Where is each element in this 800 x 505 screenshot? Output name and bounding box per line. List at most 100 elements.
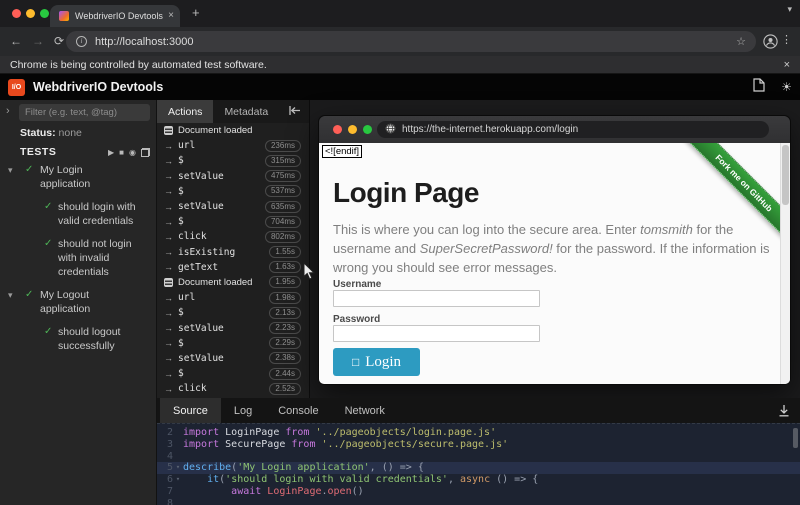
line-number: 6 — [157, 474, 173, 486]
action-item[interactable]: Document loaded — [157, 123, 309, 138]
arrow-right-icon: → — [164, 171, 176, 181]
tree-suite-row[interactable]: ▾✓My Login application — [0, 163, 157, 191]
tab-network[interactable]: Network — [332, 398, 398, 423]
action-item[interactable]: →setValue2.23s — [157, 320, 309, 335]
action-item[interactable]: →$2.29s — [157, 336, 309, 351]
tree-test-row[interactable]: ✓should not login with invalid credentia… — [0, 237, 157, 279]
code-text — [183, 451, 800, 463]
action-item[interactable]: →$537ms — [157, 184, 309, 199]
mini-browser-titlebar: https://the-internet.herokuapp.com/login — [319, 116, 790, 143]
test-label: should login with valid credentials — [58, 200, 153, 228]
action-item[interactable]: →$315ms — [157, 153, 309, 168]
code-token: import — [183, 427, 225, 438]
site-info-icon[interactable]: i — [76, 36, 87, 47]
banner-close-icon[interactable]: × — [784, 59, 790, 71]
action-duration-badge: 475ms — [265, 170, 301, 182]
browser-menu-icon[interactable]: ⋮ — [781, 33, 792, 46]
fold-caret-icon — [173, 486, 183, 498]
mini-browser-address-bar: https://the-internet.herokuapp.com/login — [377, 121, 769, 138]
source-code-viewer[interactable]: 2import LoginPage from '../pageobjects/l… — [157, 423, 800, 505]
tab-actions[interactable]: Actions — [157, 100, 213, 123]
suite-caret-icon[interactable]: ▾ — [8, 288, 13, 302]
username-label: Username — [333, 279, 381, 290]
run-tests-play-icon[interactable]: ▶ — [108, 148, 114, 157]
fold-caret-icon — [173, 498, 183, 505]
new-tab-button[interactable]: + — [192, 5, 200, 20]
stop-tests-icon[interactable]: ■ — [119, 148, 124, 157]
traffic-light-close-icon[interactable] — [12, 9, 21, 18]
tab-log[interactable]: Log — [221, 398, 265, 423]
collapse-panel-icon[interactable] — [288, 103, 301, 121]
traffic-light-minimize-icon[interactable] — [26, 9, 35, 18]
arrow-right-icon: → — [164, 247, 176, 257]
reload-button[interactable]: ⟳ — [54, 34, 64, 48]
bookmark-star-icon[interactable]: ☆ — [736, 35, 746, 48]
tree-test-row[interactable]: ✓should login with valid credentials — [0, 200, 157, 228]
action-item[interactable]: →click2.52s — [157, 381, 309, 396]
login-button-label: Login — [365, 354, 401, 371]
code-token — [183, 486, 231, 497]
download-icon[interactable] — [778, 404, 790, 422]
code-token: 'My Login application' — [237, 462, 369, 473]
login-page-title: Login Page — [333, 177, 479, 209]
action-item[interactable]: →setValue2.38s — [157, 351, 309, 366]
fold-caret-icon[interactable]: ▾ — [173, 474, 183, 486]
action-item[interactable]: →click802ms — [157, 229, 309, 244]
action-item[interactable]: Document loaded1.95s — [157, 275, 309, 290]
tree-suite-row[interactable]: ▾✓My Logout application — [0, 288, 157, 316]
action-duration-badge: 315ms — [265, 155, 301, 167]
tab-close-icon[interactable]: × — [168, 11, 174, 21]
arrow-right-icon: → — [164, 369, 176, 379]
page-scrollbar-thumb[interactable] — [782, 145, 789, 205]
tab-metadata[interactable]: Metadata — [213, 100, 279, 123]
back-button[interactable]: ← — [10, 34, 22, 48]
tree-test-row[interactable]: ✓should logout successfully — [0, 325, 157, 353]
username-field[interactable] — [333, 290, 540, 307]
action-duration-badge: 2.13s — [269, 307, 301, 319]
code-scrollbar-thumb[interactable] — [793, 428, 798, 448]
line-number: 7 — [157, 486, 173, 498]
tab-console[interactable]: Console — [265, 398, 331, 423]
action-label: $ — [178, 368, 184, 379]
actions-panel: Actions Metadata Document loaded→url236m… — [157, 100, 310, 398]
action-item[interactable]: →isExisting1.55s — [157, 245, 309, 260]
address-bar[interactable]: i http://localhost:3000 ☆ — [66, 31, 756, 52]
page-scrollbar[interactable] — [780, 143, 790, 384]
endif-comment-text: <![endif] — [322, 145, 362, 158]
arrow-right-icon: → — [164, 232, 176, 242]
tab-search-chevron-icon[interactable]: ▾ — [787, 4, 792, 15]
profile-icon[interactable] — [763, 34, 778, 54]
code-text: it('should login with valid credentials'… — [183, 474, 800, 486]
action-item[interactable]: →url1.98s — [157, 290, 309, 305]
action-item[interactable]: →getText1.63s — [157, 260, 309, 275]
password-field[interactable] — [333, 325, 540, 342]
tab-source[interactable]: Source — [160, 398, 221, 423]
login-button[interactable]: □ Login — [333, 348, 420, 376]
browser-tab[interactable]: WebdriverIO Devtools × — [50, 5, 180, 27]
action-item[interactable]: →setValue635ms — [157, 199, 309, 214]
code-line: 7 await LoginPage.open() — [157, 486, 800, 498]
report-file-icon[interactable] — [753, 78, 765, 97]
action-item[interactable]: →url236ms — [157, 138, 309, 153]
copy-icon[interactable] — [141, 148, 150, 157]
tests-toolbar: TESTS ▶ ■ ◉ — [20, 146, 150, 158]
theme-toggle-sun-icon[interactable]: ☀ — [781, 80, 792, 94]
filter-input[interactable] — [19, 104, 150, 121]
action-label: Document loaded — [178, 277, 252, 288]
sidebar-expand-icon[interactable]: › — [6, 105, 10, 117]
action-item[interactable]: →$704ms — [157, 214, 309, 229]
action-item[interactable]: →setValue475ms — [157, 169, 309, 184]
action-item[interactable]: →$2.44s — [157, 366, 309, 381]
forward-button[interactable]: → — [32, 34, 44, 48]
mini-browser-window: https://the-internet.herokuapp.com/login… — [318, 115, 791, 385]
url-text[interactable]: http://localhost:3000 — [95, 36, 736, 48]
action-label: click — [178, 383, 207, 394]
bottom-panel-tabs: Source Log Console Network — [157, 398, 800, 423]
action-item[interactable]: →$2.13s — [157, 305, 309, 320]
browser-toolbar: ← → ⟳ i http://localhost:3000 ☆ ⋮ — [0, 27, 800, 56]
fold-caret-icon[interactable]: ▾ — [173, 462, 183, 474]
check-icon: ✓ — [44, 325, 52, 339]
watch-tests-eye-icon[interactable]: ◉ — [129, 148, 136, 157]
traffic-light-zoom-icon[interactable] — [40, 9, 49, 18]
suite-caret-icon[interactable]: ▾ — [8, 163, 13, 177]
